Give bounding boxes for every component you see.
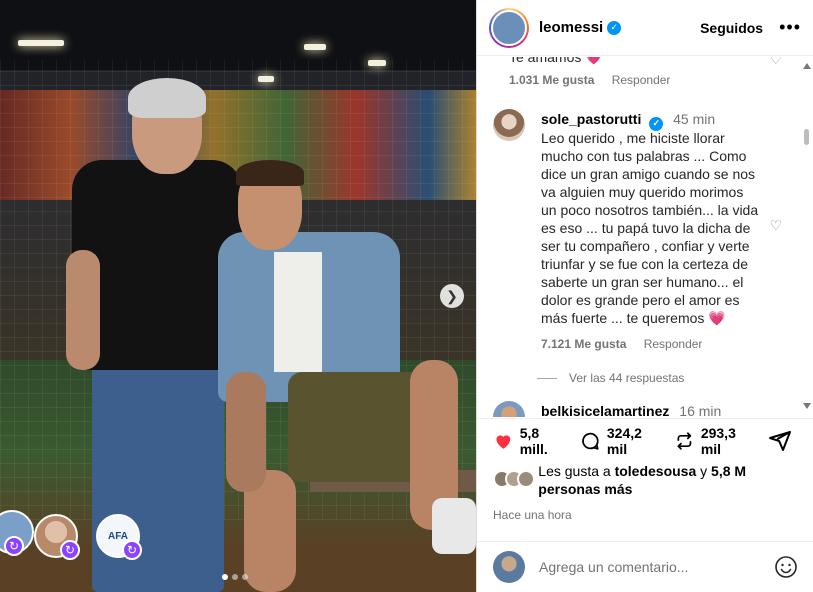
liked-by-prefix: Les gusta a <box>538 463 611 479</box>
previous-comment-meta: 1.031 Me gusta Responder <box>509 73 670 87</box>
comment-text: Leo querido , me hiciste llorar mucho co… <box>541 130 759 326</box>
share-button[interactable] <box>768 429 798 453</box>
replies-divider <box>537 377 557 379</box>
previous-reply-button[interactable]: Responder <box>612 73 671 87</box>
post-actions: 5,8 mill. 324,2 mil 293,3 mil <box>477 418 813 462</box>
repost-arrows-icon <box>677 431 692 450</box>
comment-time[interactable]: 45 min <box>673 111 715 127</box>
comment-like-heart-icon[interactable]: ♡ <box>769 217 782 234</box>
following-button[interactable]: Seguidos <box>700 20 763 36</box>
view-replies-label: Ver las 44 respuestas <box>569 371 685 385</box>
liked-by-text: Les gusta a toledesousa y 5,8 M personas… <box>538 462 803 498</box>
comment-button[interactable]: 324,2 mil <box>580 425 658 457</box>
commenter-username[interactable]: sole_pastorutti <box>541 111 641 127</box>
comment-composer: Agrega un comentario... <box>477 541 813 592</box>
comment-likes[interactable]: 7.121 Me gusta <box>541 337 626 351</box>
comment-time[interactable]: 16 min <box>679 403 721 417</box>
commenter-avatar[interactable] <box>493 109 525 141</box>
share-paper-plane-icon <box>769 430 791 451</box>
header-username[interactable]: leomessi <box>539 19 603 36</box>
comment-reply-button[interactable]: Responder <box>644 337 703 351</box>
verified-badge-icon: ✓ <box>607 20 622 35</box>
commenter-line: sole_pastorutti ✓ 45 min <box>541 111 715 131</box>
emoji-icon[interactable] <box>774 555 798 579</box>
carousel-dots <box>222 574 248 580</box>
comment-like-heart-icon[interactable]: ♡ <box>769 57 782 68</box>
post-side-panel: leomessi ✓ Seguidos ••• Te amamos 💗 ♡ 1.… <box>476 0 813 592</box>
person-right-hair <box>236 160 304 186</box>
more-horizontal-icon[interactable]: ••• <box>779 17 801 38</box>
repost-button[interactable]: 293,3 mil <box>674 425 752 457</box>
post-photo[interactable]: ❯ ↻ ↻ AFA ↻ <box>0 0 476 592</box>
carousel-next-button[interactable]: ❯ <box>440 284 464 308</box>
comment-bubble-icon <box>582 432 599 450</box>
person-left-jeans <box>92 364 224 592</box>
heart-filled-icon <box>496 434 511 449</box>
profile-avatar[interactable] <box>489 7 529 48</box>
repost-icon: ↻ <box>122 540 142 560</box>
current-user-avatar <box>493 551 525 583</box>
comments-scrollbar[interactable] <box>801 57 811 417</box>
chevron-right-icon: ❯ <box>446 287 458 304</box>
liked-by-user[interactable]: toledesousa <box>615 463 697 479</box>
carousel-dot <box>242 574 248 580</box>
ceiling-light <box>18 40 64 46</box>
comment-meta: 7.121 Me gusta Responder <box>541 337 702 351</box>
sneaker <box>432 498 476 554</box>
repost-icon: ↻ <box>4 536 24 556</box>
scroll-up-arrow-icon[interactable] <box>803 63 811 69</box>
post-header: leomessi ✓ Seguidos ••• <box>477 0 813 56</box>
liked-by-line: Les gusta a toledesousa y 5,8 M personas… <box>493 462 803 498</box>
likes-count: 5,8 mill. <box>519 424 548 457</box>
repost-icon: ↻ <box>60 540 80 560</box>
comments-count: 324,2 mil <box>606 424 642 457</box>
comments-list[interactable]: Te amamos 💗 ♡ 1.031 Me gusta Responder s… <box>477 57 813 417</box>
scroll-down-arrow-icon[interactable] <box>803 403 811 409</box>
liked-by-conjunction: y <box>700 463 708 479</box>
person-left-hair <box>128 78 206 118</box>
comment-input[interactable]: Agrega un comentario... <box>539 559 774 575</box>
person-right-shirt <box>274 252 322 372</box>
scroll-thumb[interactable] <box>804 129 809 145</box>
commenter-avatar[interactable] <box>493 401 525 417</box>
post-timestamp[interactable]: Hace una hora <box>493 508 572 522</box>
next-commenter-line: belkisicelamartinez 16 min <box>541 403 721 417</box>
view-replies-button[interactable]: Ver las 44 respuestas <box>537 371 684 385</box>
liker-avatars[interactable] <box>493 462 536 488</box>
carousel-dot <box>232 574 238 580</box>
person-left-arm <box>66 250 100 370</box>
liker-avatar <box>517 470 535 488</box>
commenter-username[interactable]: belkisicelamartinez <box>541 403 669 417</box>
person-right-arm <box>226 372 266 492</box>
previous-comment-likes[interactable]: 1.031 Me gusta <box>509 73 594 87</box>
carousel-dot-active <box>222 574 228 580</box>
ceiling-light <box>304 44 326 50</box>
like-button[interactable]: 5,8 mill. <box>493 425 564 457</box>
previous-comment-text: Te amamos 💗 <box>509 57 603 65</box>
reposts-count: 293,3 mil <box>700 424 736 457</box>
